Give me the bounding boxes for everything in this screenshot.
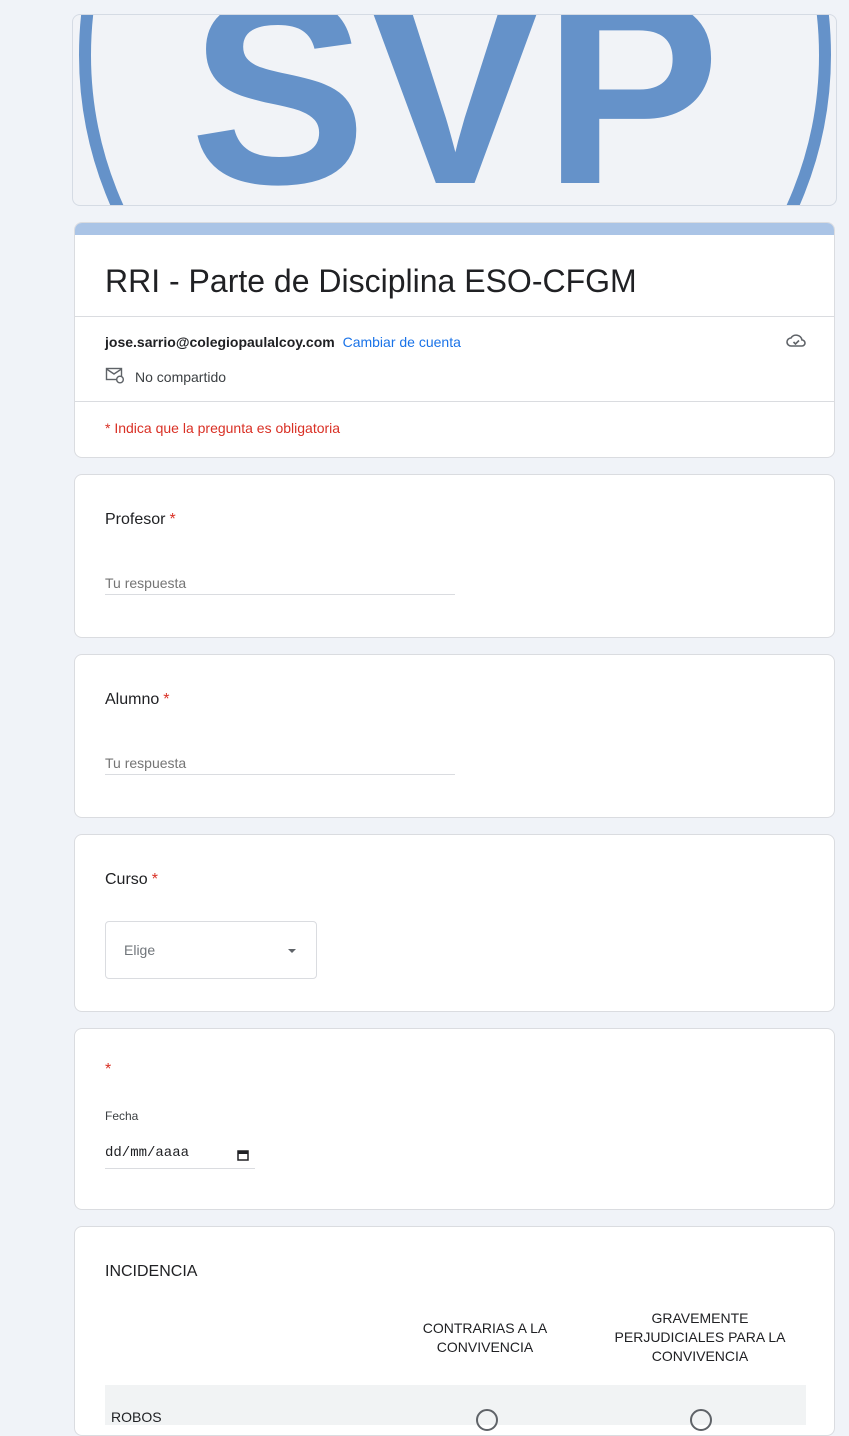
not-shared-icon <box>105 366 135 387</box>
question-title: Alumno * <box>105 691 169 709</box>
accent-bar <box>75 223 834 235</box>
required-star: * <box>151 871 158 888</box>
required-star: * <box>169 511 176 528</box>
divider <box>75 401 834 402</box>
question-incidencia: INCIDENCIA CONTRARIAS A LA CONVIVENCIA G… <box>74 1226 835 1436</box>
date-label: Fecha <box>105 1109 139 1123</box>
question-fecha: * Fecha dd/mm/aaaa <box>74 1028 835 1210</box>
question-title: INCIDENCIA <box>105 1263 198 1280</box>
dropdown-value: Elige <box>124 942 156 958</box>
question-profesor: Profesor * <box>74 474 835 638</box>
question-label: Alumno <box>105 691 160 708</box>
divider <box>75 316 834 317</box>
required-star: * <box>105 1061 112 1078</box>
profesor-input[interactable] <box>105 571 455 595</box>
question-title: Curso * <box>105 871 158 889</box>
sharing-status: No compartido <box>105 366 226 387</box>
question-title: Profesor * <box>105 511 176 529</box>
grid-column-header: GRAVEMENTE PERJUDICIALES PARA LA CONVIVE… <box>614 1310 786 1364</box>
calendar-icon[interactable] <box>237 1149 249 1166</box>
account-row: jose.sarrio@colegiopaulalcoy.com Cambiar… <box>105 334 461 350</box>
account-email: jose.sarrio@colegiopaulalcoy.com <box>105 334 335 350</box>
question-title: * <box>105 1061 111 1079</box>
question-curso: Curso * Elige <box>74 834 835 1012</box>
question-alumno: Alumno * <box>74 654 835 818</box>
form-title: RRI - Parte de Disciplina ESO-CFGM <box>105 263 637 299</box>
svp-logo: SVP <box>79 15 831 206</box>
logo-text: SVP <box>190 15 720 206</box>
form-header-card: RRI - Parte de Disciplina ESO-CFGM jose.… <box>74 222 835 458</box>
required-note: * Indica que la pregunta es obligatoria <box>105 420 341 436</box>
curso-dropdown[interactable]: Elige <box>105 921 317 979</box>
date-input[interactable]: dd/mm/aaaa <box>105 1145 255 1169</box>
grid-row-label: ROBOS <box>111 1409 162 1425</box>
grid-column-header: CONTRARIAS A LA CONVIVENCIA <box>422 1320 548 1355</box>
date-value: dd/mm/aaaa <box>105 1145 190 1161</box>
question-label: Profesor <box>105 511 166 528</box>
header-banner: SVP <box>72 14 837 206</box>
cloud-saved-icon <box>786 332 806 355</box>
switch-account-link[interactable]: Cambiar de cuenta <box>343 334 461 350</box>
required-star: * <box>163 691 170 708</box>
alumno-input[interactable] <box>105 751 455 775</box>
grid-row: ROBOS <box>105 1385 806 1431</box>
dropdown-arrow-icon <box>288 949 296 953</box>
radio-gravemente[interactable] <box>690 1409 712 1431</box>
question-label: Curso <box>105 871 148 888</box>
not-shared-label: No compartido <box>135 368 227 385</box>
radio-contrarias[interactable] <box>476 1409 498 1431</box>
